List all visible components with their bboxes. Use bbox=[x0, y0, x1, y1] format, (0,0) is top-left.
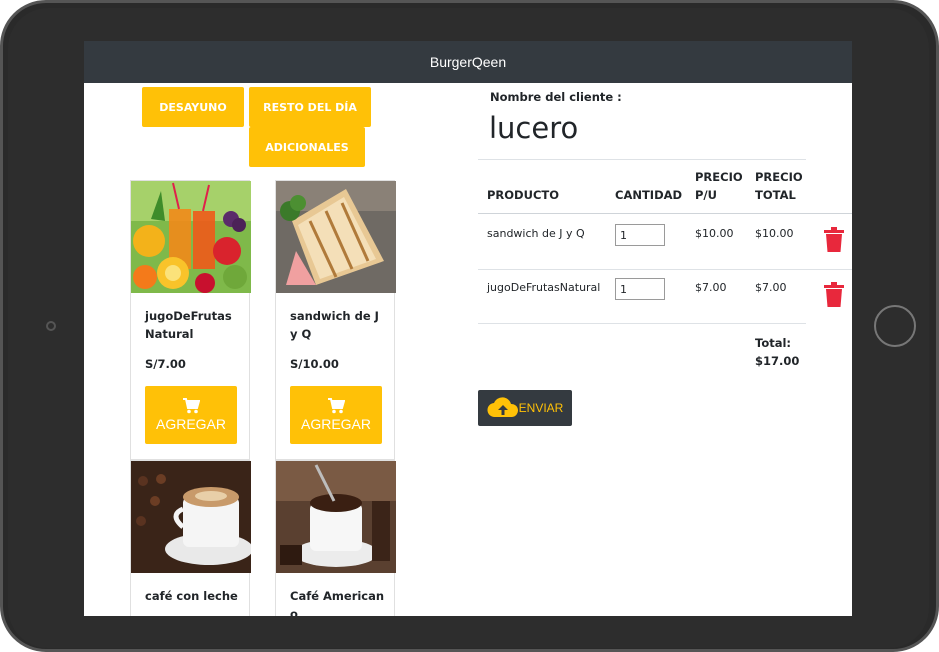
row-divider bbox=[478, 269, 852, 270]
product-price: S/7.00 bbox=[145, 357, 186, 371]
camera-icon bbox=[46, 321, 56, 331]
fruit-juice-image bbox=[131, 181, 251, 293]
coffee-with-milk-image bbox=[131, 461, 251, 573]
column-header-unit-price: PRECIO P/U bbox=[695, 170, 743, 202]
quantity-input[interactable] bbox=[615, 224, 665, 246]
order-row-total-price: $7.00 bbox=[755, 281, 787, 294]
tablet-frame: BurgerQeen DESAYUNO RESTO DEL DÍA ADICIO… bbox=[0, 0, 939, 652]
send-button-label: ENVIAR bbox=[518, 401, 564, 415]
navbar: BurgerQeen bbox=[84, 41, 852, 83]
category-extras-button[interactable]: ADICIONALES bbox=[249, 127, 365, 167]
trash-icon[interactable] bbox=[824, 282, 844, 308]
product-card: Café Americano bbox=[275, 460, 396, 616]
americano-coffee-image bbox=[276, 461, 396, 573]
product-card: café con leche bbox=[130, 460, 251, 616]
send-order-button[interactable]: ENVIAR bbox=[478, 390, 572, 426]
product-name: sandwich de J y Q bbox=[290, 309, 379, 341]
total-label: Total: bbox=[755, 336, 792, 350]
order-total: Total: $17.00 bbox=[755, 334, 799, 370]
product-card: jugoDeFrutasNatural S/7.00 AGREGAR bbox=[130, 180, 251, 460]
category-breakfast-button[interactable]: DESAYUNO bbox=[142, 87, 244, 127]
row-divider bbox=[478, 323, 806, 324]
add-to-order-button[interactable]: AGREGAR bbox=[145, 386, 237, 444]
app-title: BurgerQeen bbox=[429, 54, 507, 70]
home-button[interactable] bbox=[874, 305, 916, 347]
sandwich-image bbox=[276, 181, 396, 293]
client-name-label: Nombre del cliente : bbox=[490, 90, 622, 104]
column-header-product: PRODUCTO bbox=[487, 188, 560, 202]
product-name: Café Americano bbox=[290, 589, 385, 616]
total-value: $17.00 bbox=[755, 354, 800, 368]
quantity-input[interactable] bbox=[615, 278, 665, 300]
cloud-upload-icon bbox=[487, 397, 518, 418]
order-row-product: jugoDeFrutasNatural bbox=[487, 281, 601, 294]
order-row-unit-price: $7.00 bbox=[695, 281, 727, 294]
column-header-quantity: CANTIDAD bbox=[615, 188, 683, 202]
trash-icon[interactable] bbox=[824, 227, 844, 253]
order-row-unit-price: $10.00 bbox=[695, 227, 734, 240]
add-button-label: AGREGAR bbox=[300, 416, 371, 432]
category-rest-of-day-button[interactable]: RESTO DEL DÍA bbox=[249, 87, 371, 127]
product-price: S/10.00 bbox=[290, 357, 339, 371]
product-name: café con leche bbox=[145, 589, 238, 603]
order-row-product: sandwich de J y Q bbox=[487, 227, 585, 240]
order-row-total-price: $10.00 bbox=[755, 227, 794, 240]
product-name: jugoDeFrutasNatural bbox=[145, 309, 232, 341]
cart-icon bbox=[328, 398, 345, 414]
add-button-label: AGREGAR bbox=[155, 416, 226, 432]
table-top-divider bbox=[478, 159, 806, 160]
client-name-value: lucero bbox=[489, 111, 579, 145]
cart-icon bbox=[183, 398, 200, 414]
product-card: sandwich de J y Q S/10.00 AGREGAR bbox=[275, 180, 396, 460]
column-header-total-price: PRECIO TOTAL bbox=[755, 170, 803, 202]
app-screen: BurgerQeen DESAYUNO RESTO DEL DÍA ADICIO… bbox=[84, 41, 852, 616]
add-to-order-button[interactable]: AGREGAR bbox=[290, 386, 382, 444]
header-divider bbox=[478, 213, 852, 214]
